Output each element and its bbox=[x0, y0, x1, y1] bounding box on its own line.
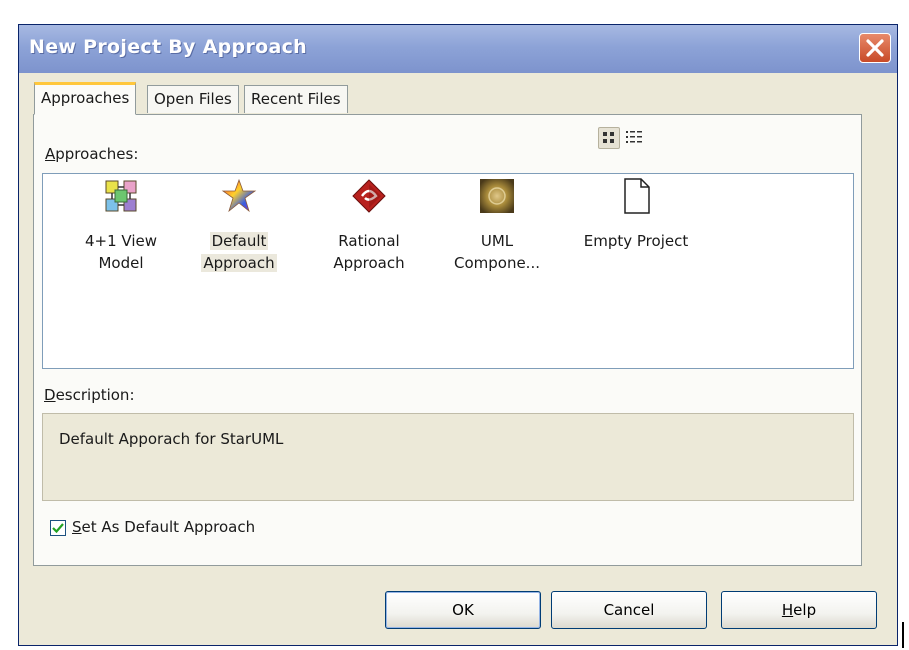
description-label: Description: bbox=[44, 386, 135, 404]
approaches-label: Approaches: bbox=[45, 145, 139, 163]
tab-label: Approaches bbox=[41, 89, 130, 107]
tab-recent-files[interactable]: Recent Files bbox=[244, 85, 348, 113]
4plus1-view-model-icon bbox=[105, 180, 137, 212]
approach-item-label: Rational Approach bbox=[333, 232, 405, 272]
title-bar[interactable]: New Project By Approach bbox=[19, 25, 897, 73]
checkmark-icon bbox=[52, 523, 64, 534]
description-box: Default Apporach for StarUML bbox=[42, 413, 854, 501]
tab-label: Recent Files bbox=[251, 90, 341, 108]
cancel-button[interactable]: Cancel bbox=[551, 591, 707, 629]
close-button[interactable] bbox=[859, 33, 891, 63]
description-text: Default Apporach for StarUML bbox=[59, 430, 284, 448]
large-icons-icon bbox=[603, 132, 614, 143]
dialog-window: New Project By Approach Approaches Open … bbox=[18, 24, 898, 646]
blank-document-icon bbox=[624, 178, 650, 214]
ok-button[interactable]: OK bbox=[385, 591, 541, 629]
tab-label: Open Files bbox=[154, 90, 232, 108]
approach-item-label: Empty Project bbox=[583, 232, 689, 250]
details-list-icon bbox=[626, 131, 642, 143]
set-default-checkbox[interactable] bbox=[50, 520, 66, 536]
tab-panel: Approaches: 4+1 View Model Default Appro… bbox=[33, 114, 862, 566]
star-icon bbox=[221, 178, 257, 213]
approach-item-label: UML Compone... bbox=[453, 232, 540, 272]
large-icons-view-button[interactable] bbox=[598, 127, 620, 149]
close-icon bbox=[866, 39, 884, 57]
approach-item-label: 4+1 View Model bbox=[84, 232, 158, 272]
approach-item-label: Default Approach bbox=[201, 232, 277, 272]
uml-component-icon bbox=[480, 179, 514, 213]
tab-open-files[interactable]: Open Files bbox=[147, 85, 239, 113]
list-view-button[interactable] bbox=[624, 127, 646, 149]
text-caret bbox=[902, 622, 904, 648]
rational-icon bbox=[352, 179, 386, 213]
tab-approaches[interactable]: Approaches bbox=[34, 82, 137, 115]
window-title: New Project By Approach bbox=[29, 36, 307, 58]
set-default-label[interactable]: Set As Default Approach bbox=[72, 518, 255, 536]
help-button[interactable]: Help bbox=[721, 591, 877, 629]
approaches-list[interactable]: 4+1 View Model Default Approach Rational… bbox=[42, 173, 854, 369]
